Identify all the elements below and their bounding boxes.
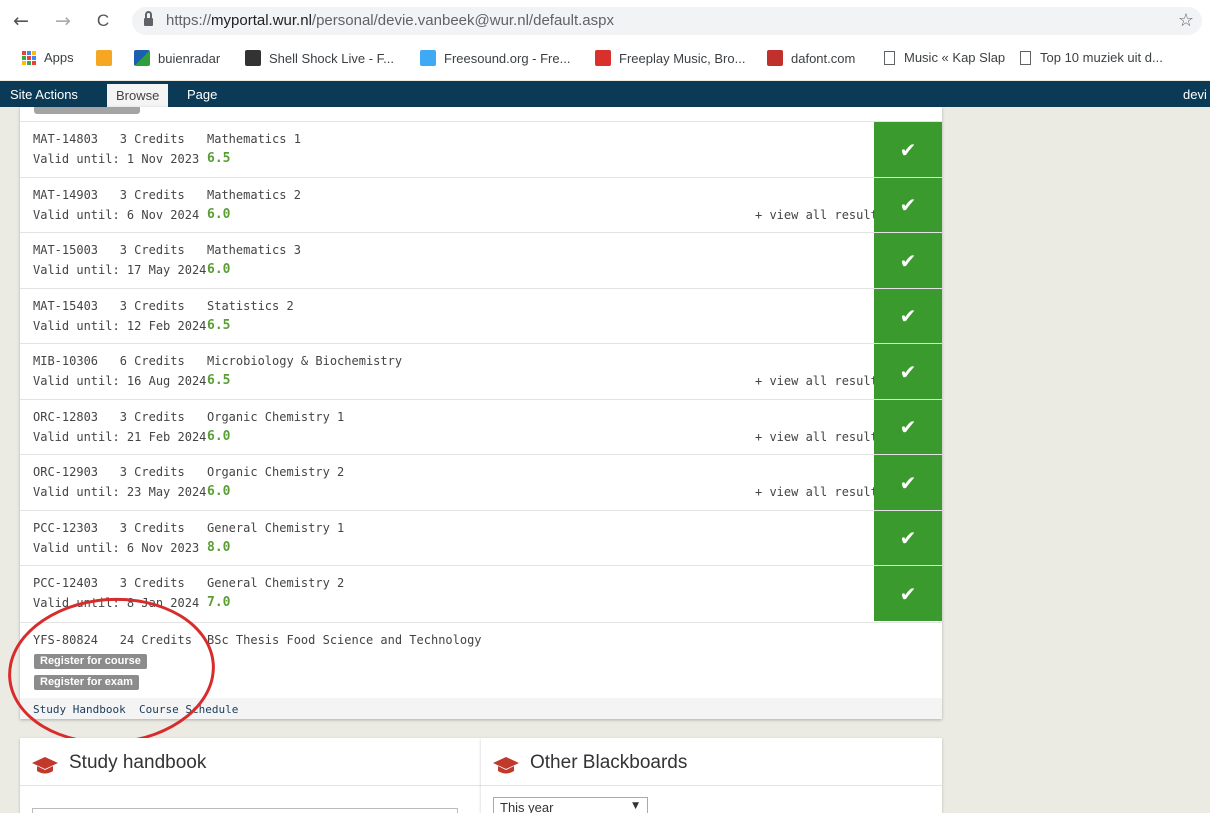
tab-browse[interactable]: Browse xyxy=(107,84,169,107)
chevron-down-icon: ▼ xyxy=(632,801,639,811)
course-name: Mathematics 1 xyxy=(207,132,301,146)
bookmark-freesound[interactable]: Freesound.org - Fre... xyxy=(420,50,570,66)
bookmark-kapslap[interactable]: Music « Kap Slap xyxy=(884,50,1005,65)
course-row: MAT-14803 3 Credits Valid until: 1 Nov 20… xyxy=(20,121,942,177)
address-bar[interactable]: https://myportal.wur.nl/personal/devie.v… xyxy=(132,7,1202,35)
course-code: ORC-12903 3 Credits xyxy=(33,465,185,479)
course-grade: 8.0 xyxy=(207,539,231,555)
bookmark-freeplay[interactable]: Freeplay Music, Bro... xyxy=(595,50,745,66)
buienradar-icon xyxy=(134,50,150,66)
view-all-results-link[interactable]: + view all results xyxy=(755,208,885,222)
bookmark-dafont[interactable]: dafont.com xyxy=(767,50,855,66)
card-title: Other Blackboards xyxy=(530,752,688,773)
freesound-icon xyxy=(420,50,436,66)
course-name: Mathematics 3 xyxy=(207,243,301,257)
course-code: MAT-14803 3 Credits xyxy=(33,132,185,146)
course-grade: 6.5 xyxy=(207,373,231,388)
course-grade: 6.0 xyxy=(207,484,231,499)
valid-until: Valid until: 23 May 2024 xyxy=(33,485,207,499)
valid-until: Valid until: 17 May 2024 xyxy=(33,263,207,277)
reload-button[interactable]: C xyxy=(92,11,114,31)
dafont-icon xyxy=(767,50,783,66)
course-row: ORC-12803 3 Credits Valid until: 21 Feb 2… xyxy=(20,398,942,455)
sharepoint-ribbon: Site Actions Browse Page devi xyxy=(0,81,1210,107)
passed-check-icon: ✔ xyxy=(874,288,942,344)
bookmark-apps[interactable]: Apps xyxy=(22,50,74,65)
bookmark-top10[interactable]: Top 10 muziek uit d... xyxy=(1020,50,1163,65)
shellshock-icon xyxy=(245,50,261,66)
browser-chrome: ← → C https://myportal.wur.nl/personal/d… xyxy=(0,0,1210,80)
course-grade: 7.0 xyxy=(207,595,231,610)
course-code: MAT-15403 3 Credits xyxy=(33,298,185,313)
course-grade: 6.5 xyxy=(207,317,231,333)
course-code: MIB-10306 6 Credits xyxy=(33,354,185,368)
page-icon xyxy=(884,50,895,65)
passed-check-icon: ✔ xyxy=(874,177,942,233)
bookmark-shellshock[interactable]: Shell Shock Live - F... xyxy=(245,50,394,66)
course-name: General Chemistry 1 xyxy=(207,520,345,535)
back-button[interactable]: ← xyxy=(10,10,32,32)
course-name: Microbiology & Biochemistry xyxy=(207,354,403,368)
passed-check-icon: ✔ xyxy=(874,122,942,177)
graduation-cap-icon xyxy=(32,757,58,774)
course-name: General Chemistry 2 xyxy=(207,576,345,590)
course-row: ORC-12903 3 Credits Valid until: 23 May 2… xyxy=(20,454,942,510)
passed-check-icon: ✔ xyxy=(874,566,942,621)
site-actions-menu[interactable]: Site Actions xyxy=(10,87,78,102)
freeplay-icon xyxy=(595,50,611,66)
passed-check-icon: ✔ xyxy=(874,344,942,399)
course-name: Mathematics 2 xyxy=(207,187,301,202)
page-icon xyxy=(1020,50,1031,65)
valid-until: Valid until: 16 Aug 2024 xyxy=(33,374,207,388)
tab-page[interactable]: Page xyxy=(187,87,217,102)
view-all-results-link[interactable]: + view all results xyxy=(755,430,885,444)
course-name: BSc Thesis Food Science and Technology xyxy=(207,633,482,647)
truncated-button xyxy=(34,107,140,114)
year-select[interactable]: This year ▼ xyxy=(493,797,648,813)
passed-check-icon: ✔ xyxy=(874,455,942,510)
valid-until: Valid until: 12 Feb 2024 xyxy=(33,318,207,333)
passed-check-icon: ✔ xyxy=(874,233,942,288)
user-menu[interactable]: devi xyxy=(1183,87,1207,102)
course-code: MAT-14903 3 Credits xyxy=(33,187,185,202)
valid-until: Valid until: 1 Nov 2023 xyxy=(33,152,200,166)
course-name: Statistics 2 xyxy=(207,298,294,313)
course-code: MAT-15003 3 Credits xyxy=(33,243,185,257)
view-all-results-link[interactable]: + view all results xyxy=(755,374,885,388)
bookmark-orange[interactable] xyxy=(96,50,120,66)
apps-grid-icon xyxy=(22,50,36,65)
course-grade: 6.0 xyxy=(207,428,231,444)
url-text[interactable]: https://myportal.wur.nl/personal/devie.v… xyxy=(166,12,614,29)
bookmarks-bar: Apps buienradar Shell Shock Live - F... … xyxy=(0,46,1210,74)
valid-until: Valid until: 6 Nov 2024 xyxy=(33,207,200,222)
course-name: Organic Chemistry 2 xyxy=(207,465,345,479)
course-row: MAT-15003 3 Credits Valid until: 17 May 2… xyxy=(20,232,942,288)
course-grade: 6.0 xyxy=(207,262,231,277)
graduation-cap-icon xyxy=(493,757,519,774)
valid-until: Valid until: 21 Feb 2024 xyxy=(33,429,207,444)
course-grade: 6.5 xyxy=(207,151,231,166)
passed-check-icon: ✔ xyxy=(874,510,942,566)
course-code: PCC-12303 3 Credits xyxy=(33,520,185,535)
bookmark-star-icon[interactable]: ☆ xyxy=(1178,10,1194,31)
study-handbook-card: Study handbook xyxy=(20,738,481,813)
course-row: MAT-15403 3 Credits Valid until: 12 Feb 2… xyxy=(20,287,942,344)
valid-until: Valid until: 6 Nov 2023 xyxy=(33,540,200,555)
bookmark-buienradar[interactable]: buienradar xyxy=(134,50,220,66)
course-row: MAT-14903 3 Credits Valid until: 6 Nov 20… xyxy=(20,176,942,233)
course-code: PCC-12403 3 Credits xyxy=(33,576,185,590)
course-code: ORC-12803 3 Credits xyxy=(33,409,185,424)
handbook-search-input[interactable] xyxy=(32,808,458,813)
lock-icon xyxy=(144,11,153,27)
forward-button[interactable]: → xyxy=(52,10,74,32)
course-name: Organic Chemistry 1 xyxy=(207,409,345,424)
passed-check-icon: ✔ xyxy=(874,399,942,455)
course-row: MIB-10306 6 Credits Valid until: 16 Aug 2… xyxy=(20,343,942,399)
course-grade: 6.0 xyxy=(207,206,231,222)
course-row: PCC-12303 3 Credits Valid until: 6 Nov 20… xyxy=(20,509,942,566)
other-blackboards-card: Other Blackboards This year ▼ xyxy=(481,738,942,813)
view-all-results-link[interactable]: + view all results xyxy=(755,485,885,499)
orange-square-icon xyxy=(96,50,112,66)
card-title: Study handbook xyxy=(69,752,207,773)
